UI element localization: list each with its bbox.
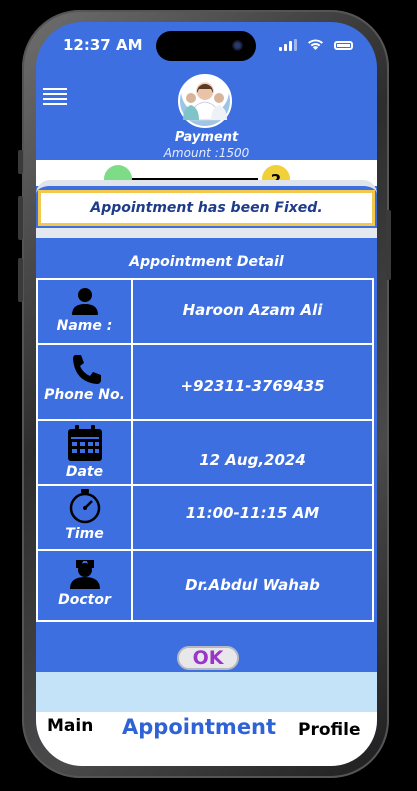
table-row: Phone No. +92311-3769435 bbox=[36, 343, 374, 421]
payment-title: Payment bbox=[174, 130, 239, 145]
phone-icon bbox=[72, 355, 101, 384]
person-icon bbox=[71, 288, 98, 315]
name-label-cell: Name : bbox=[38, 280, 133, 343]
camera-icon bbox=[232, 40, 243, 51]
time-value: 11:00-11:15 AM bbox=[185, 504, 320, 522]
side-button bbox=[18, 150, 23, 174]
doctors-image bbox=[183, 83, 227, 121]
menu-icon[interactable] bbox=[43, 88, 67, 108]
wifi-icon bbox=[308, 39, 323, 50]
power-button bbox=[386, 210, 391, 280]
doctor-value: Dr.Abdul Wahab bbox=[185, 576, 320, 594]
side-button bbox=[18, 258, 23, 302]
confirmation-banner: Appointment has been Fixed. bbox=[38, 190, 375, 226]
date-label-cell: Date bbox=[38, 421, 133, 484]
doctor-avatar bbox=[178, 74, 232, 128]
calendar-icon bbox=[67, 425, 102, 461]
table-row: Date 12 Aug,2024 bbox=[36, 419, 374, 486]
phone-label: Phone No. bbox=[44, 387, 125, 403]
tab-profile[interactable]: Profile bbox=[298, 720, 360, 740]
name-value: Haroon Azam Ali bbox=[182, 301, 323, 319]
name-label: Name : bbox=[56, 318, 113, 334]
status-time: 12:37 AM bbox=[63, 36, 143, 54]
date-value: 12 Aug,2024 bbox=[199, 451, 306, 469]
dynamic-island bbox=[156, 31, 256, 61]
payment-amount: Amount :1500 bbox=[163, 146, 250, 160]
stopwatch-icon bbox=[69, 489, 100, 524]
date-label: Date bbox=[65, 464, 104, 480]
doctor-label-cell: Doctor bbox=[38, 551, 133, 620]
tab-main[interactable]: Main bbox=[47, 716, 93, 736]
screen: 12:37 AM Payment Amount :1500 2 Appointm… bbox=[36, 22, 377, 766]
status-icons bbox=[279, 39, 353, 51]
table-row: Time 11:00-11:15 AM bbox=[36, 484, 374, 551]
content-background bbox=[36, 672, 377, 712]
phone-value: +92311-3769435 bbox=[180, 377, 325, 395]
doctor-label: Doctor bbox=[58, 592, 111, 608]
side-button bbox=[18, 196, 23, 240]
time-label-cell: Time bbox=[38, 486, 133, 549]
table-row: Name : Haroon Azam Ali bbox=[36, 278, 374, 345]
detail-title: Appointment Detail bbox=[129, 254, 284, 270]
time-label: Time bbox=[65, 526, 104, 542]
banner-divider bbox=[36, 228, 377, 238]
tab-appointment[interactable]: Appointment bbox=[122, 715, 276, 739]
ok-button[interactable]: OK bbox=[177, 646, 239, 670]
bottom-tab-bar: Main Appointment Profile bbox=[36, 712, 377, 766]
doctor-icon bbox=[69, 560, 100, 589]
table-row: Doctor Dr.Abdul Wahab bbox=[36, 549, 374, 622]
phone-label-cell: Phone No. bbox=[38, 345, 133, 419]
appointment-dialog: Appointment has been Fixed. Appointment … bbox=[36, 180, 377, 674]
signal-icon bbox=[279, 39, 297, 51]
battery-icon bbox=[334, 40, 353, 50]
